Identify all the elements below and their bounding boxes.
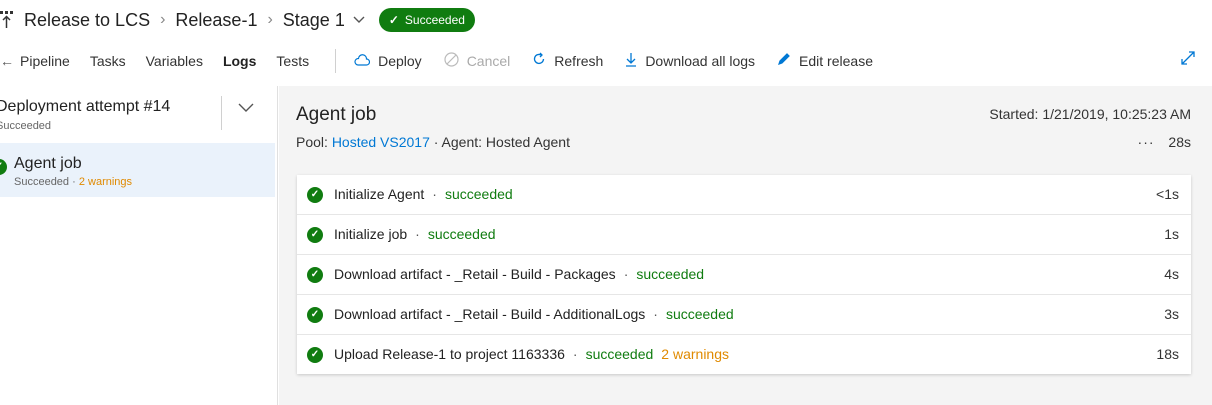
expand-icon[interactable] [1180, 50, 1196, 71]
refresh-label: Refresh [554, 53, 604, 69]
download-label: Download all logs [645, 53, 756, 69]
step-separator: · [572, 346, 578, 362]
success-check-icon: ✓ [307, 267, 323, 283]
deployment-attempt-title: Deployment attempt #14 [0, 98, 171, 115]
job-details-title: Agent job [296, 104, 377, 125]
breadcrumb-release[interactable]: Release-1 [175, 10, 257, 31]
step-row[interactable]: ✓ Initialize job · succeeded 1s [297, 215, 1191, 255]
cancel-label: Cancel [466, 53, 511, 69]
started-time: Started: 1/21/2019, 10:25:23 AM [989, 106, 1191, 122]
cloud-icon [354, 53, 371, 70]
status-badge: ✓ Succeeded [378, 8, 475, 32]
step-row[interactable]: ✓ Upload Release-1 to project 1163336 · su… [297, 335, 1191, 375]
step-separator: · [653, 306, 658, 322]
job-status-text: Succeeded [14, 176, 70, 188]
breadcrumb-separator-icon: › [160, 11, 166, 28]
step-separator: · [432, 186, 437, 202]
release-logs-page: Release to LCS › Release-1 › Stage 1 ✓ S… [0, 0, 1212, 405]
step-row[interactable]: ✓ Download artifact - _Retail - Build - … [297, 295, 1191, 335]
step-name: Upload Release-1 to project 1163336 [334, 346, 565, 362]
back-arrow-icon[interactable]: ← [0, 53, 14, 69]
step-status: succeeded [665, 306, 734, 322]
more-options-icon[interactable]: ··· [1138, 134, 1155, 150]
chevron-down-icon[interactable] [353, 13, 365, 27]
cancel-circle-icon [444, 51, 459, 71]
tab-pipeline[interactable]: Pipeline [20, 53, 70, 69]
breadcrumb-separator-icon: › [267, 11, 273, 28]
edit-release-button[interactable]: Edit release [777, 52, 873, 70]
job-list-item[interactable]: ✓ Agent job Succeeded · 2 warnings [0, 143, 275, 197]
deploy-button[interactable]: Deploy [354, 53, 422, 70]
tab-logs[interactable]: Logs [223, 53, 256, 69]
tab-tests[interactable]: Tests [276, 53, 309, 69]
step-warnings: 2 warnings [661, 346, 729, 362]
job-status: Succeeded · 2 warnings [14, 176, 133, 188]
success-check-icon: ✓ [307, 307, 323, 323]
step-name: Initialize Agent [334, 186, 425, 202]
toolbar: ← Pipeline Tasks Variables Logs Tests De… [0, 48, 895, 74]
step-duration: 3s [1164, 306, 1179, 322]
cancel-button[interactable]: Cancel [444, 51, 511, 71]
pipeline-icon [0, 11, 14, 29]
success-check-icon: ✓ [307, 227, 323, 243]
step-duration: 1s [1164, 226, 1179, 242]
steps-list: ✓ Initialize Agent · succeeded <1s ✓ Initi… [297, 175, 1191, 374]
pool-label: Pool: [296, 134, 328, 150]
job-duration-value: 28s [1168, 134, 1191, 150]
job-duration: ··· 28s [1138, 134, 1191, 150]
success-check-icon: ✓ [307, 187, 323, 203]
deploy-label: Deploy [378, 53, 422, 69]
breadcrumb-stage[interactable]: Stage 1 [283, 10, 345, 31]
step-status: succeeded [444, 186, 513, 202]
toolbar-divider [335, 49, 337, 73]
success-check-icon: ✓ [307, 347, 323, 363]
step-name: Initialize job [334, 226, 408, 242]
job-details-panel: Agent job Pool: Hosted VS2017 · Agent: H… [279, 86, 1212, 405]
tab-variables[interactable]: Variables [146, 53, 203, 69]
download-all-logs-button[interactable]: Download all logs [625, 52, 755, 71]
step-text: Initialize Agent · succeeded [334, 186, 513, 202]
refresh-icon [532, 52, 546, 70]
breadcrumb: Release to LCS › Release-1 › Stage 1 ✓ S… [0, 6, 475, 34]
attempts-panel: Deployment attempt #14 Succeeded ✓ Agent… [0, 86, 278, 405]
step-name: Download artifact - _Retail - Build - Ad… [334, 306, 646, 322]
step-text: Initialize job · succeeded [334, 226, 496, 242]
edit-label: Edit release [799, 53, 873, 69]
step-status: succeeded [585, 346, 654, 362]
step-row[interactable]: ✓ Initialize Agent · succeeded <1s [297, 175, 1191, 215]
step-separator: · [623, 266, 629, 282]
download-icon [625, 52, 637, 71]
pool-link[interactable]: Hosted VS2017 [332, 134, 430, 150]
success-check-icon: ✓ [0, 159, 7, 175]
refresh-button[interactable]: Refresh [532, 52, 603, 70]
step-text: Download artifact - _Retail - Build - Ad… [334, 306, 734, 322]
breadcrumb-pipeline[interactable]: Release to LCS [24, 10, 150, 31]
check-icon: ✓ [388, 13, 399, 27]
step-name: Download artifact - _Retail - Build - Pa… [334, 266, 616, 282]
step-status: succeeded [427, 226, 496, 242]
chevron-down-icon[interactable] [238, 100, 254, 118]
status-badge-label: Succeeded [404, 13, 465, 27]
step-duration: <1s [1156, 186, 1179, 202]
job-title: Agent job [14, 155, 82, 172]
step-duration: 4s [1164, 266, 1179, 282]
pencil-icon [777, 52, 791, 70]
step-row[interactable]: ✓ Download artifact - _Retail - Build - … [297, 255, 1191, 295]
attempt-divider [221, 96, 222, 130]
tab-tasks[interactable]: Tasks [90, 53, 126, 69]
step-text: Upload Release-1 to project 1163336 · succ… [334, 346, 729, 362]
step-duration: 18s [1156, 346, 1179, 362]
agent-info: · Agent: Hosted Agent [433, 134, 570, 150]
deployment-attempt-status: Succeeded [0, 120, 52, 132]
pool-info: Pool: Hosted VS2017 · Agent: Hosted Agen… [296, 134, 570, 150]
step-text: Download artifact - _Retail - Build - Pa… [334, 266, 704, 282]
step-status: succeeded [636, 266, 705, 282]
job-warnings: 2 warnings [78, 176, 133, 188]
step-separator: · [415, 226, 420, 242]
